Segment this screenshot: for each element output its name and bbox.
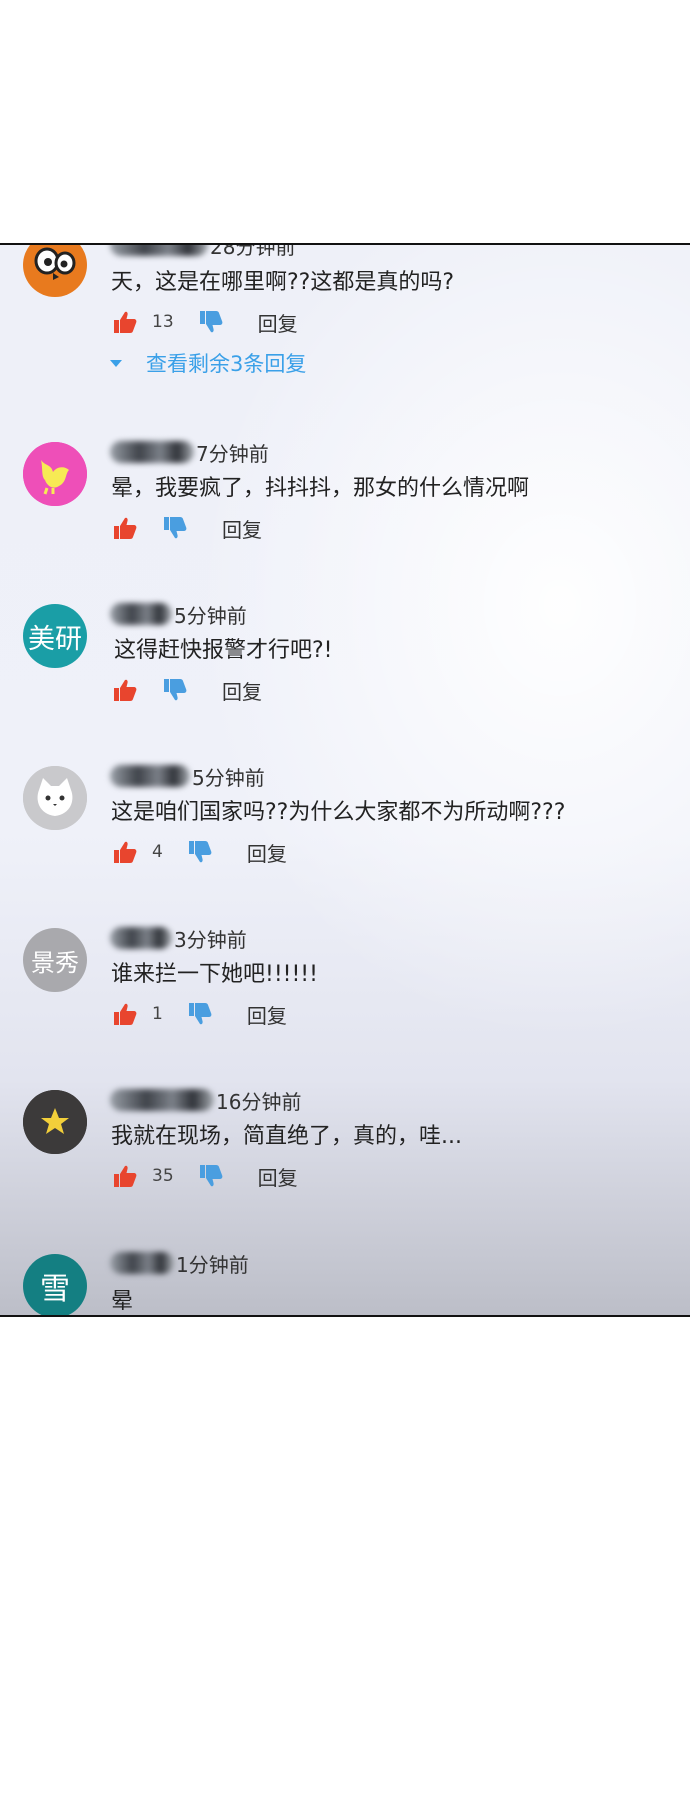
thumbs-down-icon[interactable] (198, 309, 224, 335)
username-blurred (110, 1252, 174, 1274)
view-more-replies-link[interactable]: 查看剩余3条回复 (110, 348, 306, 378)
username-blurred (110, 765, 190, 787)
comment-meta: 3分钟前 (110, 924, 247, 952)
comment-meta: 16分钟前 (110, 1086, 301, 1114)
thumbs-up-icon[interactable] (112, 515, 138, 541)
comment-time: 3分钟前 (174, 927, 247, 952)
thumbs-down-icon[interactable] (187, 1001, 213, 1027)
avatar[interactable] (23, 1090, 87, 1154)
comment-actions: 13 回复 (112, 307, 298, 337)
thumbs-up-icon[interactable] (112, 677, 138, 703)
like-count: 4 (152, 842, 163, 862)
reply-button[interactable]: 回复 (258, 1162, 298, 1191)
comment-item: 28分钟前 天，这是在哪里啊??这都是真的吗? 13 回复 查看剩余3条回复 (0, 243, 690, 379)
comment-time: 5分钟前 (192, 765, 265, 790)
comment-time: 5分钟前 (174, 603, 247, 628)
comment-item: 美研 5分钟前 这得赶快报警才行吧?! 回复 (0, 596, 690, 756)
reply-button[interactable]: 回复 (222, 514, 262, 543)
comment-actions: 4 回复 (112, 837, 287, 867)
username-blurred (110, 441, 194, 463)
comment-item: 景秀 3分钟前 谁来拦一下她吧!!!!!! 1 回复 (0, 920, 690, 1080)
reply-button[interactable]: 回复 (258, 308, 298, 337)
like-count: 1 (152, 1004, 163, 1024)
comment-meta: 5分钟前 (110, 762, 265, 790)
comment-meta: 28分钟前 (110, 243, 296, 259)
comment-actions: 1 回复 (112, 999, 287, 1029)
comment-text: 这是咱们国家吗??为什么大家都不为所动啊??? (111, 800, 566, 825)
username-blurred (110, 603, 172, 625)
thumbs-up-icon[interactable] (112, 839, 138, 865)
comment-actions: 35 回复 (112, 1161, 298, 1191)
like-count: 13 (152, 312, 174, 332)
comment-time: 1分钟前 (176, 1252, 249, 1277)
thumbs-up-icon[interactable] (112, 309, 138, 335)
avatar[interactable] (23, 245, 87, 297)
comment-text: 天，这是在哪里啊??这都是真的吗? (111, 270, 455, 295)
comment-text: 这得赶快报警才行吧?! (114, 638, 333, 663)
avatar[interactable]: 雪 (23, 1254, 87, 1315)
view-more-replies-label: 查看剩余3条回复 (146, 352, 307, 376)
username-blurred (110, 927, 172, 949)
avatar-glyph: 景秀 (31, 948, 79, 977)
reply-button[interactable]: 回复 (222, 676, 262, 705)
comment-time: 28分钟前 (210, 243, 296, 259)
star-icon (23, 1090, 87, 1154)
avatar[interactable]: 景秀 (23, 928, 87, 992)
avatar[interactable]: 美研 (23, 604, 87, 668)
comment-item: 5分钟前 这是咱们国家吗??为什么大家都不为所动啊??? 4 回复 (0, 758, 690, 918)
thumbs-up-icon[interactable] (112, 1001, 138, 1027)
caret-down-icon (110, 359, 122, 367)
bird-icon (23, 442, 87, 506)
comment-meta: 7分钟前 (110, 438, 269, 466)
comment-time: 16分钟前 (216, 1089, 302, 1114)
thumbs-down-icon[interactable] (198, 1163, 224, 1189)
thumbs-up-icon[interactable] (112, 1163, 138, 1189)
comment-item: 雪 1分钟前 晕 (0, 1245, 690, 1315)
comment-text: 晕，我要疯了，抖抖抖，那女的什么情况啊 (111, 476, 530, 501)
comment-meta: 1分钟前 (110, 1249, 249, 1277)
comment-actions: 回复 (112, 513, 262, 543)
owl-icon (23, 245, 87, 297)
avatar[interactable] (23, 766, 87, 830)
reply-button[interactable]: 回复 (247, 838, 287, 867)
cat-icon (23, 766, 87, 830)
comment-text: 晕 (111, 1289, 134, 1314)
comment-item: 16分钟前 我就在现场，简直绝了，真的，哇... 35 回复 (0, 1082, 690, 1242)
comment-text: 谁来拦一下她吧!!!!!! (111, 962, 318, 987)
username-blurred (110, 1089, 214, 1111)
thumbs-down-icon[interactable] (187, 839, 213, 865)
avatar-glyph: 美研 (28, 623, 82, 655)
thumbs-down-icon[interactable] (162, 515, 188, 541)
comment-actions: 回复 (112, 675, 262, 705)
comment-list[interactable]: 28分钟前 天，这是在哪里啊??这都是真的吗? 13 回复 查看剩余3条回复 7… (0, 243, 690, 1317)
like-count: 35 (152, 1166, 174, 1186)
reply-button[interactable]: 回复 (247, 1000, 287, 1029)
comment-meta: 5分钟前 (110, 600, 247, 628)
comment-text: 我就在现场，简直绝了，真的，哇... (111, 1124, 462, 1149)
thumbs-down-icon[interactable] (162, 677, 188, 703)
screenshot-page: 28分钟前 天，这是在哪里啊??这都是真的吗? 13 回复 查看剩余3条回复 7… (0, 0, 690, 1812)
username-blurred (110, 245, 208, 256)
comment-time: 7分钟前 (196, 441, 269, 466)
avatar-glyph: 雪 (40, 1272, 70, 1307)
comment-item: 7分钟前 晕，我要疯了，抖抖抖，那女的什么情况啊 回复 (0, 434, 690, 594)
avatar[interactable] (23, 442, 87, 506)
